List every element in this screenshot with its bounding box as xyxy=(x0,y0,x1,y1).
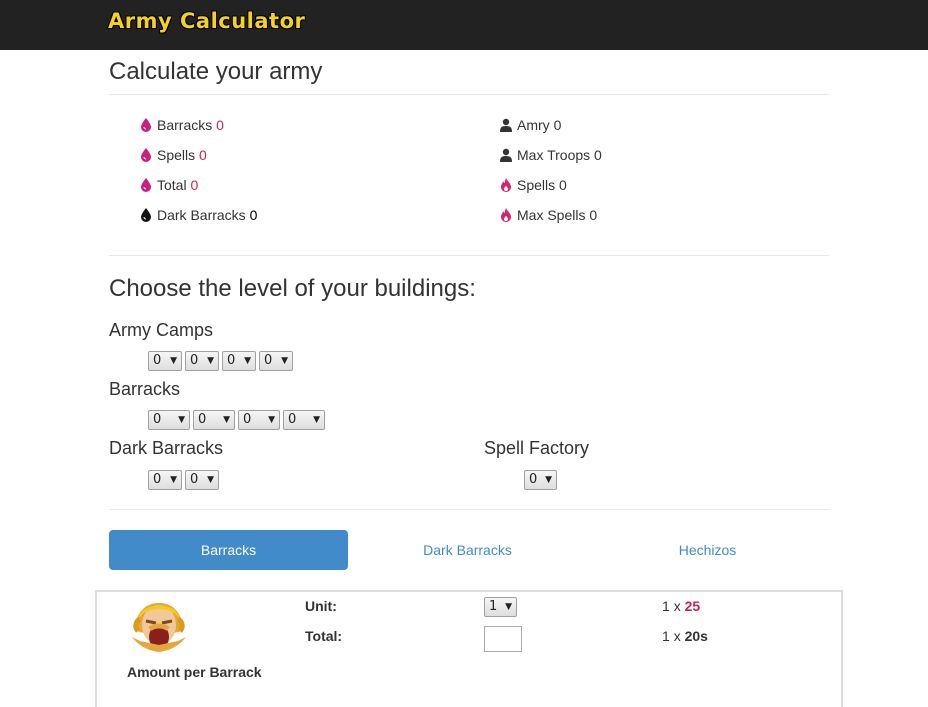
unit-label: Unit: xyxy=(305,598,337,614)
stat-label: Amry xyxy=(517,117,550,133)
total-label: Total: xyxy=(305,628,343,644)
tab-hechizos[interactable]: Hechizos xyxy=(588,530,827,570)
army-camps-label: Army Camps xyxy=(109,320,214,340)
time-ratio: 1 x 20s xyxy=(662,628,708,644)
divider xyxy=(109,509,829,510)
dark-barracks-level-select[interactable]: 0 ▼ xyxy=(148,470,182,490)
chevron-down-icon: ▼ xyxy=(207,356,214,366)
stat-barracks: Barracks 0 xyxy=(139,116,224,134)
elixir-drop-icon xyxy=(141,118,151,132)
barracks-level-select[interactable]: 0 ▼ xyxy=(148,410,190,430)
chevron-down-icon: ▼ xyxy=(281,356,288,366)
elixir-drop-icon xyxy=(141,148,151,162)
navbar: Army Calculator xyxy=(0,0,928,50)
spell-factory-label: Spell Factory xyxy=(484,438,590,458)
stat-value: 0 xyxy=(589,207,598,223)
chevron-down-icon: ▼ xyxy=(223,415,230,425)
stat-value: 0 xyxy=(249,207,258,223)
user-icon xyxy=(500,118,512,132)
stat-dark-barracks: Dark Barracks 0 xyxy=(139,206,257,224)
chevron-down-icon: ▼ xyxy=(207,475,214,485)
buildings-heading: Choose the level of your buildings: xyxy=(109,275,476,302)
stat-total: Total 0 xyxy=(139,176,198,194)
army-camp-level-select[interactable]: 0 ▼ xyxy=(259,351,293,371)
dark-barracks-level-select[interactable]: 0 ▼ xyxy=(185,470,219,490)
stat-value: 0 xyxy=(553,117,562,133)
chevron-down-icon: ▼ xyxy=(268,415,275,425)
chevron-down-icon: ▼ xyxy=(505,602,512,612)
unit-count-select[interactable]: 1 ▼ xyxy=(484,597,517,617)
stat-spells: Spells 0 xyxy=(139,146,207,164)
chevron-down-icon: ▼ xyxy=(170,475,177,485)
spell-factory-level-select[interactable]: 0 ▼ xyxy=(524,470,557,490)
stat-value: 0 xyxy=(559,177,567,193)
time-value: 20s xyxy=(684,628,708,644)
divider xyxy=(109,255,829,256)
fire-icon xyxy=(501,208,511,222)
user-icon xyxy=(500,148,512,162)
stat-value: 0 xyxy=(190,177,199,193)
amount-caption: Amount per Barrack xyxy=(127,664,262,680)
stat-label: Max Spells xyxy=(517,207,586,223)
stat-value: 0 xyxy=(594,147,602,163)
dark-barracks-label: Dark Barracks xyxy=(109,438,224,458)
barracks-level-select[interactable]: 0 ▼ xyxy=(283,410,325,430)
barracks-level-select[interactable]: 0 ▼ xyxy=(238,410,280,430)
stat-max-troops: Max Troops 0 xyxy=(499,146,602,164)
stat-label: Spells xyxy=(517,177,556,193)
stat-label: Barracks xyxy=(157,117,213,133)
fire-icon xyxy=(501,178,511,192)
army-camp-level-select[interactable]: 0 ▼ xyxy=(185,351,219,371)
stat-label: Dark Barracks xyxy=(157,207,246,223)
chevron-down-icon: ▼ xyxy=(178,415,185,425)
tab-dark-barracks[interactable]: Dark Barracks xyxy=(348,530,587,570)
chevron-down-icon: ▼ xyxy=(545,475,552,485)
barbarian-avatar xyxy=(132,603,186,652)
barracks-label: Barracks xyxy=(109,379,181,399)
elixir-drop-icon xyxy=(141,178,151,192)
divider xyxy=(109,94,829,95)
chevron-down-icon: ▼ xyxy=(313,415,320,425)
cost-value: 25 xyxy=(684,598,701,614)
chevron-down-icon: ▼ xyxy=(170,356,177,366)
stat-label: Spells xyxy=(157,147,196,163)
dark-elixir-drop-icon xyxy=(141,208,151,222)
stat-label: Total xyxy=(157,177,187,193)
brand-logo[interactable]: Army Calculator xyxy=(108,9,305,33)
stat-max-spells: Max Spells 0 xyxy=(499,206,597,224)
stat-value: 0 xyxy=(199,147,207,163)
page-title: Calculate your army xyxy=(109,58,323,85)
stat-label: Max Troops xyxy=(517,147,591,163)
chevron-down-icon: ▼ xyxy=(244,356,251,366)
army-camp-level-select[interactable]: 0 ▼ xyxy=(148,351,182,371)
tab-barracks[interactable]: Barracks xyxy=(109,530,348,570)
stat-value: 0 xyxy=(216,117,224,133)
cost-ratio: 1 x 25 xyxy=(662,598,701,614)
unit-panel xyxy=(95,590,843,707)
stat-spells-count: Spells 0 xyxy=(499,176,567,194)
stat-army: Amry 0 xyxy=(499,116,561,134)
total-input[interactable] xyxy=(484,626,522,652)
barracks-level-select[interactable]: 0 ▼ xyxy=(193,410,235,430)
army-camp-level-select[interactable]: 0 ▼ xyxy=(222,351,256,371)
